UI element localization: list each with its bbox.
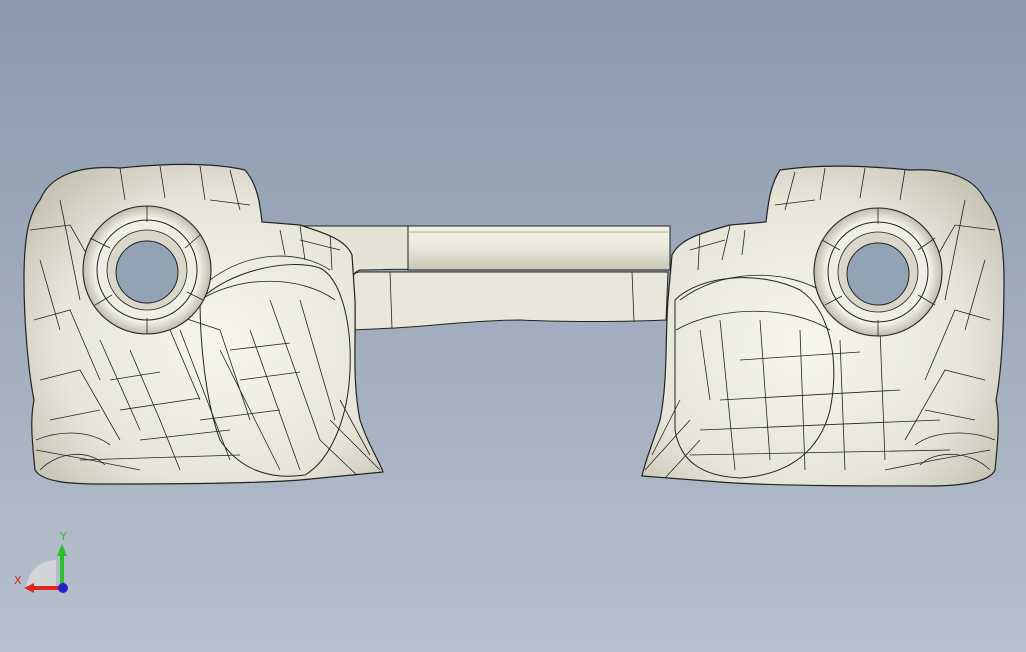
y-axis-arrowhead-icon [57, 544, 67, 556]
left-bore-hole [115, 240, 179, 304]
x-axis-label: X [14, 574, 22, 587]
z-axis-dot-icon [58, 583, 68, 593]
orientation-triad: Y X [12, 530, 76, 596]
right-bore-hole [846, 242, 910, 306]
y-axis-label: Y [60, 530, 67, 543]
model-view[interactable] [0, 0, 1026, 652]
graphics-viewport[interactable]: Y X [0, 0, 1026, 652]
